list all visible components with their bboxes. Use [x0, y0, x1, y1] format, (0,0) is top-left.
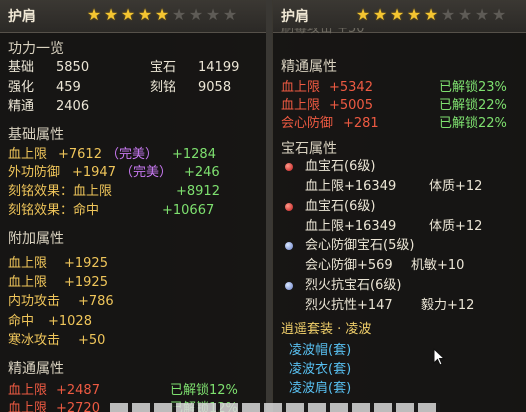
basic-attr-row: 血上限 +7612 （完美） +1284	[8, 147, 216, 162]
extra-attr-header: 附加属性	[8, 231, 64, 247]
set-item: 凌波衣(套)	[289, 362, 352, 377]
empty-star-icon: ★	[457, 5, 474, 24]
filled-star-icon: ★	[389, 5, 406, 24]
empty-star-icon: ★	[474, 5, 491, 24]
filled-star-icon: ★	[406, 5, 423, 24]
empty-star-icon: ★	[440, 5, 457, 24]
item-title: 护肩	[8, 9, 36, 25]
gem-attr-header: 宝石属性	[281, 141, 337, 157]
extra-attr-row: 命中 +1028	[8, 314, 92, 329]
gem-name-row: 会心防御宝石(5级)	[273, 237, 526, 255]
mastery-header: 精通属性	[8, 361, 64, 377]
set-header: 逍遥套装 · 凌波	[281, 322, 372, 337]
extra-attr-row: 内功攻击 +786	[8, 294, 114, 309]
tooltip-header: 护肩 ★ ★ ★ ★ ★ ★ ★ ★ ★	[0, 0, 266, 33]
filled-star-icon: ★	[423, 5, 440, 24]
basic-attr-row: 刻铭效果：命中 +10667	[8, 203, 215, 218]
basic-attr-row: 外功防御 +1947 （完美） +246	[8, 165, 220, 180]
set-item: 凌波肩(套)	[289, 381, 352, 396]
mastery-row: 血上限 +5342 已解锁23%	[281, 80, 507, 95]
basic-attr-header: 基础属性	[8, 127, 64, 143]
gem-name-row: 烈火抗宝石(6级)	[273, 277, 526, 295]
mastery-row: 会心防御 +281 已解锁22%	[281, 116, 507, 131]
set-item: 凌波帽(套)	[289, 343, 352, 358]
item-title: 护肩	[281, 9, 309, 25]
filled-star-icon: ★	[86, 5, 103, 24]
subtitle-overlay	[110, 403, 440, 412]
empty-star-icon: ★	[188, 5, 205, 24]
gem-stat-row: 会心防御+569 机敏+10	[305, 258, 465, 273]
gem-stat-row: 烈火抗性+147 毅力+12	[305, 298, 475, 313]
game-screen: 护肩 ★ ★ ★ ★ ★ ★ ★ ★ ★ 功力一览 基础 5850 宝石 14199 强化 45…	[0, 0, 526, 412]
gem-stat-row: 血上限+16349 体质+12	[305, 219, 483, 234]
gem-stat-row: 血上限+16349 体质+12	[305, 179, 483, 194]
gem-name-row: 血宝石(6级)	[273, 198, 526, 216]
basic-attr-row: 刻铭效果：血上限 +8912	[8, 184, 220, 199]
filled-star-icon: ★	[372, 5, 389, 24]
overview-header: 功力一览	[8, 41, 64, 57]
mastery-row: 血上限 +5005 已解锁22%	[281, 98, 507, 113]
empty-star-icon: ★	[491, 5, 508, 24]
gem-name-row: 血宝石(6级)	[273, 158, 526, 176]
crit-defense-gem-icon	[285, 242, 293, 250]
empty-star-icon: ★	[222, 5, 239, 24]
fire-resist-gem-icon	[285, 282, 293, 290]
red-gem-icon	[285, 203, 293, 211]
filled-star-icon: ★	[154, 5, 171, 24]
filled-star-icon: ★	[120, 5, 137, 24]
star-rating: ★ ★ ★ ★ ★ ★ ★ ★ ★	[86, 5, 239, 24]
star-rating: ★ ★ ★ ★ ★ ★ ★ ★ ★	[355, 5, 508, 24]
item-tooltip-right: 护肩 ★ ★ ★ ★ ★ ★ ★ ★ ★ 刷毒攻击 +50 精通属性 血上限 +5342 已解锁…	[272, 0, 526, 412]
extra-attr-row: 寒冰攻击 +50	[8, 333, 106, 348]
filled-star-icon: ★	[355, 5, 372, 24]
extra-attr-row: 血上限 +1925	[8, 275, 108, 290]
red-gem-icon	[285, 163, 293, 171]
empty-star-icon: ★	[171, 5, 188, 24]
extra-attr-row: 血上限 +1925	[8, 256, 108, 271]
overview-row: 强化 459 刻铭 9058	[8, 80, 232, 95]
overview-row: 精通 2406	[8, 99, 90, 114]
mastery-header: 精通属性	[281, 59, 337, 75]
filled-star-icon: ★	[137, 5, 154, 24]
empty-star-icon: ★	[205, 5, 222, 24]
overview-row: 基础 5850 宝石 14199	[8, 60, 240, 75]
mastery-row: 血上限 +2487 已解锁12%	[8, 383, 238, 398]
item-tooltip-left: 护肩 ★ ★ ★ ★ ★ ★ ★ ★ ★ 功力一览 基础 5850 宝石 14199 强化 45…	[0, 0, 268, 412]
cut-off-row: 刷毒攻击 +50	[281, 28, 365, 36]
filled-star-icon: ★	[103, 5, 120, 24]
